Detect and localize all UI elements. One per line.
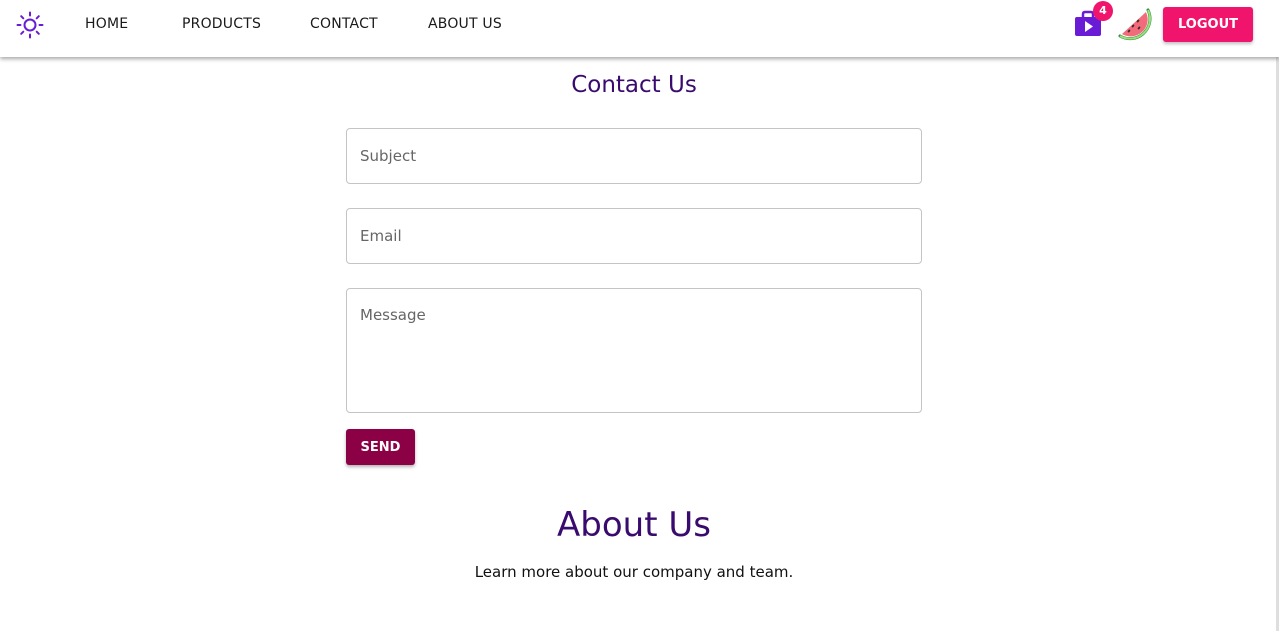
- nav-link-products[interactable]: PRODUCTS: [182, 16, 261, 32]
- watermelon-avatar-icon[interactable]: [1114, 6, 1152, 44]
- cart-count-badge: 4: [1093, 1, 1113, 21]
- nav-link-contact[interactable]: CONTACT: [310, 16, 378, 32]
- email-input[interactable]: [346, 208, 922, 264]
- message-textarea[interactable]: [346, 288, 922, 413]
- nav-link-home[interactable]: HOME: [85, 16, 128, 32]
- about-description: Learn more about our company and team.: [474, 563, 794, 581]
- sun-icon[interactable]: [16, 11, 44, 39]
- logout-button[interactable]: LOGOUT: [1163, 7, 1253, 42]
- top-navbar: HOME PRODUCTS CONTACT ABOUT US 4 LOGOUT: [0, 0, 1279, 57]
- subject-input[interactable]: [346, 128, 922, 184]
- send-button[interactable]: SEND: [346, 429, 415, 465]
- nav-link-about-us[interactable]: ABOUT US: [428, 16, 502, 32]
- contact-heading: Contact Us: [571, 72, 697, 98]
- about-heading: About Us: [557, 505, 711, 545]
